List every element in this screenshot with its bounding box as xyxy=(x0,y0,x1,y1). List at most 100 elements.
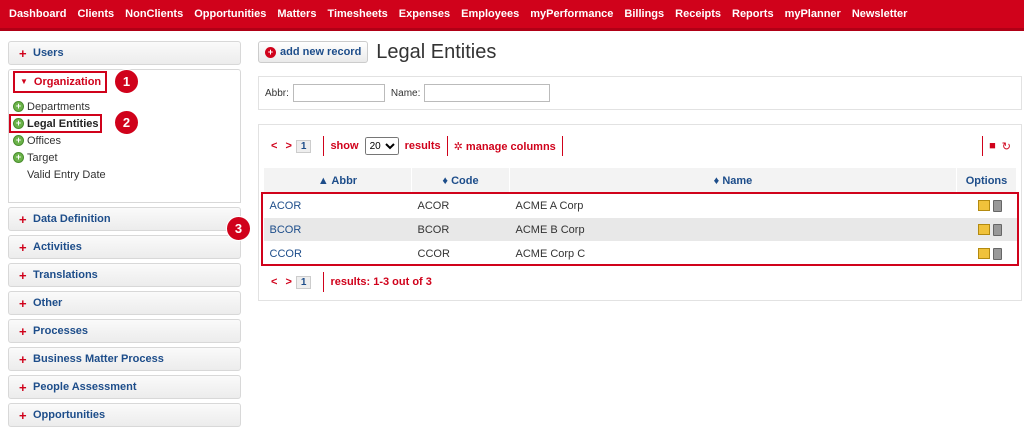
nav-expenses[interactable]: Expenses xyxy=(399,8,450,20)
records-grid: < > 1 show 20 results ✲ manage columns ■… xyxy=(258,124,1022,301)
table-row[interactable]: CCOR CCOR ACME Corp C xyxy=(263,241,1017,266)
results-label: results xyxy=(404,140,441,152)
next-page-button[interactable]: > xyxy=(285,140,291,152)
nav-employees[interactable]: Employees xyxy=(461,8,519,20)
grid-footer: < > 1 results: 1-3 out of 3 xyxy=(263,270,1017,294)
top-navigation: Dashboard Clients NonClients Opportuniti… xyxy=(0,0,1024,31)
cell-name: ACME B Corp xyxy=(509,217,957,242)
nav-dashboard[interactable]: Dashboard xyxy=(9,8,66,20)
cell-options xyxy=(956,241,1017,266)
plus-icon: + xyxy=(19,351,27,367)
trash-icon[interactable] xyxy=(992,199,1002,212)
prev-page-button[interactable]: < xyxy=(271,276,277,288)
sidebar-item-label: Activities xyxy=(33,241,82,253)
nav-nonclients[interactable]: NonClients xyxy=(125,8,183,20)
edit-icon[interactable] xyxy=(977,248,990,260)
annotation-badge-1: 1 xyxy=(114,69,139,94)
cell-abbr[interactable]: CCOR xyxy=(263,241,412,266)
sidebar-item-processes[interactable]: + Processes xyxy=(8,319,241,343)
results-count: results: 1-3 out of 3 xyxy=(330,276,432,288)
abbr-filter-input[interactable] xyxy=(292,84,385,102)
table-row[interactable]: ACOR ACOR ACME A Corp xyxy=(263,193,1017,218)
sidebar-item-business-matter-process[interactable]: + Business Matter Process xyxy=(8,347,241,371)
nav-timesheets[interactable]: Timesheets xyxy=(327,8,387,20)
organization-highlight: ▼ Organization xyxy=(13,70,107,93)
edit-icon[interactable] xyxy=(977,200,990,212)
sidebar-item-activities[interactable]: + Activities xyxy=(8,235,241,259)
cell-options xyxy=(956,217,1017,242)
save-icon[interactable]: ■ xyxy=(989,140,996,152)
sidebar-item-label: Other xyxy=(33,297,63,309)
nav-reports[interactable]: Reports xyxy=(732,8,774,20)
column-header-name[interactable]: ♦ Name xyxy=(509,167,957,194)
name-filter-label: Name: xyxy=(390,87,421,99)
plus-icon: + xyxy=(19,267,27,283)
add-circle-icon: + xyxy=(13,118,24,129)
page-number[interactable]: 1 xyxy=(295,275,312,289)
plus-icon: + xyxy=(19,407,27,423)
nav-myperformance[interactable]: myPerformance xyxy=(530,8,613,20)
column-header-code[interactable]: ♦ Code xyxy=(411,167,510,194)
next-page-button[interactable]: > xyxy=(285,276,291,288)
cell-abbr[interactable]: ACOR xyxy=(263,193,412,218)
manage-columns-button[interactable]: ✲ manage columns xyxy=(454,140,556,153)
sidebar-item-label: Users xyxy=(33,47,64,59)
cell-code: BCOR xyxy=(411,217,510,242)
sidebar-item-label: Translations xyxy=(33,269,98,281)
sidebar-item-data-definition[interactable]: + Data Definition xyxy=(8,207,241,231)
nav-opportunities[interactable]: Opportunities xyxy=(194,8,266,20)
sub-item-label: Valid Entry Date xyxy=(27,168,106,181)
sidebar-item-label: Data Definition xyxy=(33,213,111,225)
cell-abbr[interactable]: BCOR xyxy=(263,217,412,242)
page-title: Legal Entities xyxy=(376,40,497,63)
sub-item-label: Legal Entities xyxy=(27,117,99,130)
sidebar-item-other[interactable]: + Other xyxy=(8,291,241,315)
sidebar-item-label: People Assessment xyxy=(33,381,137,393)
cell-code: ACOR xyxy=(411,193,510,218)
sub-item-label: Target xyxy=(27,151,58,164)
nav-billings[interactable]: Billings xyxy=(624,8,664,20)
page-size-select[interactable]: 20 xyxy=(364,137,399,155)
sub-item-label: Departments xyxy=(27,100,90,113)
plus-icon: + xyxy=(19,295,27,311)
trash-icon[interactable] xyxy=(992,247,1002,260)
trash-icon[interactable] xyxy=(992,223,1002,236)
add-button-label: add new record xyxy=(280,46,362,58)
refresh-icon[interactable]: ↻ xyxy=(1002,140,1011,153)
grid-toolbar: < > 1 show 20 results ✲ manage columns ■… xyxy=(263,133,1017,159)
column-header-abbr[interactable]: ▲ Abbr xyxy=(263,167,412,194)
cell-name: ACME Corp C xyxy=(509,241,957,266)
edit-icon[interactable] xyxy=(977,224,990,236)
sidebar-item-label: Opportunities xyxy=(33,409,106,421)
sidebar-item-people-assessment[interactable]: + People Assessment xyxy=(8,375,241,399)
nav-matters[interactable]: Matters xyxy=(277,8,316,20)
sidebar-item-translations[interactable]: + Translations xyxy=(8,263,241,287)
plus-icon: + xyxy=(19,45,27,61)
add-new-record-button[interactable]: + add new record xyxy=(258,41,369,63)
plus-icon: + xyxy=(19,239,27,255)
sidebar-item-label: Business Matter Process xyxy=(33,353,164,365)
nav-receipts[interactable]: Receipts xyxy=(675,8,721,20)
sub-item-target[interactable]: + Target xyxy=(13,149,240,166)
nav-clients[interactable]: Clients xyxy=(77,8,114,20)
sub-item-valid-entry-date[interactable]: Valid Entry Date xyxy=(13,166,240,183)
nav-myplanner[interactable]: myPlanner xyxy=(785,8,841,20)
prev-page-button[interactable]: < xyxy=(271,140,277,152)
sidebar: + Users ▼ Organization + Departments + L… xyxy=(8,41,241,431)
sidebar-item-opportunities[interactable]: + Opportunities xyxy=(8,403,241,427)
page-number[interactable]: 1 xyxy=(295,139,312,153)
toolbar-divider xyxy=(323,272,325,292)
name-filter-input[interactable] xyxy=(424,84,551,102)
toolbar-divider xyxy=(561,136,563,156)
show-label: show xyxy=(330,140,359,152)
table-row[interactable]: BCOR BCOR ACME B Corp xyxy=(263,217,1017,242)
annotation-badge-3: 3 xyxy=(226,216,251,241)
toolbar-divider xyxy=(323,136,325,156)
nav-newsletter[interactable]: Newsletter xyxy=(852,8,908,20)
add-circle-icon: + xyxy=(13,135,24,146)
sub-item-label: Offices xyxy=(27,134,62,147)
caret-down-icon: ▼ xyxy=(20,77,28,86)
plus-icon: + xyxy=(19,379,27,395)
add-circle-icon: + xyxy=(13,101,24,112)
sidebar-item-users[interactable]: + Users xyxy=(8,41,241,65)
